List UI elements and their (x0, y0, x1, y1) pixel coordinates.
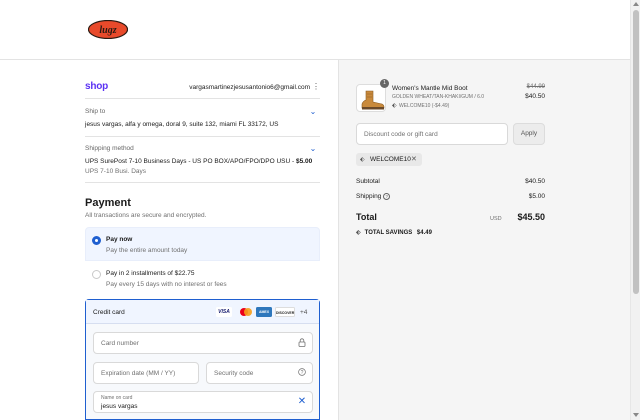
total-savings: ⬖ TOTAL SAVINGS $4.49 (356, 229, 432, 236)
svg-text:?: ? (301, 370, 304, 376)
payment-subtitle: All transactions are secure and encrypte… (85, 212, 207, 219)
credit-card-title: Credit card (93, 309, 125, 316)
divider (85, 98, 320, 99)
credit-card-header[interactable]: Credit card VISA AMEX DISCOVER +4 (86, 300, 319, 324)
quantity-badge: 1 (380, 79, 389, 88)
divider (85, 136, 320, 137)
security-code-placeholder: Security code (214, 370, 254, 377)
lock-icon (297, 338, 307, 348)
option-desc: Pay the entire amount today (106, 247, 188, 254)
shipping-method-sub: UPS 7-10 Busi. Days (85, 168, 147, 175)
logo-text: lugz (99, 25, 116, 36)
card-number-field[interactable]: Card number (93, 332, 313, 354)
shipping-method-label: Shipping method (85, 145, 134, 152)
amex-logo: AMEX (256, 307, 272, 317)
visa-logo: VISA (216, 307, 232, 317)
lugz-logo[interactable]: lugz (88, 20, 128, 39)
radio-unselected[interactable] (92, 270, 101, 279)
radio-selected[interactable] (92, 236, 101, 245)
scroll-down-arrow-icon[interactable] (633, 413, 639, 417)
expiration-placeholder: Expiration date (MM / YY) (101, 370, 176, 377)
applied-code-label: WELCOME10 (370, 156, 411, 163)
divider (85, 182, 320, 183)
account-email: vargasmartinezjesusantonio6@gmail.com (189, 84, 310, 91)
ship-to-value: jesus vargas, alfa y omega, doral 9, sui… (85, 121, 279, 128)
shipping-method-value: UPS SurePost 7-10 Business Days - US PO … (85, 158, 312, 165)
shop-pay-logo: shop (85, 81, 109, 92)
ship-to-toggle[interactable]: ⌄ (308, 107, 318, 117)
more-cards-count: +4 (300, 309, 308, 316)
original-price: $44.99 (526, 84, 545, 90)
remove-code-icon[interactable]: ✕ (411, 155, 417, 163)
shipping-method-text: UPS SurePost 7-10 Business Days - US PO … (85, 158, 296, 165)
savings-label: TOTAL SAVINGS (364, 230, 413, 236)
discount-placeholder: Discount code or gift card (364, 131, 438, 138)
product-variant: GOLDEN WHEAT/TAN-KHAKI/GUM / 6.0 (392, 94, 485, 100)
product-discount-text: WELCOME10 (-$4.49) (399, 103, 450, 109)
tag-icon: ⬖ (356, 230, 361, 236)
shipping-method-toggle[interactable]: ⌄ (308, 144, 318, 154)
shipping-method-price: $5.00 (295, 158, 313, 165)
total-currency: USD (490, 216, 502, 222)
chevron-down-icon: ⌄ (309, 107, 317, 116)
savings-value: $4.49 (416, 230, 432, 236)
page-scrollbar[interactable] (630, 0, 640, 420)
applied-code-chip: ⬖ WELCOME10 ✕ (356, 153, 422, 166)
name-on-card-label: Name on card (101, 395, 133, 401)
scroll-thumb[interactable] (633, 10, 639, 294)
shipping-summary-value: $5.00 (528, 193, 545, 200)
tag-icon: ⬖ (392, 103, 397, 109)
product-name: Women's Mantle Mid Boot (392, 85, 468, 92)
clear-icon[interactable]: ✕ (297, 397, 307, 407)
tag-icon: ⬖ (360, 157, 365, 163)
discount-code-input[interactable]: Discount code or gift card (356, 123, 508, 145)
ship-to-label: Ship to (85, 108, 106, 115)
total-label: Total (356, 212, 377, 222)
total-value: $45.50 (517, 212, 545, 222)
option-desc: Pay every 15 days with no interest or fe… (106, 281, 227, 288)
name-on-card-field[interactable]: Name on card jesus vargas ✕ (93, 391, 313, 413)
order-summary-column (338, 60, 630, 420)
product-image (356, 84, 386, 112)
credit-card-section: Credit card VISA AMEX DISCOVER +4 Card n… (85, 299, 320, 420)
card-number-placeholder: Card number (101, 340, 139, 347)
subtotal-label: Subtotal (356, 178, 380, 185)
final-price: $40.50 (525, 93, 545, 100)
payment-heading: Payment (85, 197, 131, 209)
pay-now-option[interactable]: Pay now Pay the entire amount today (85, 227, 320, 261)
scroll-up-arrow-icon[interactable] (633, 2, 639, 6)
apply-button[interactable]: Apply (513, 123, 545, 145)
expiration-date-field[interactable]: Expiration date (MM / YY) (93, 362, 199, 384)
installments-option[interactable]: Pay in 2 installments of $22.75 Pay ever… (85, 261, 320, 295)
security-code-field[interactable]: Security code ? (206, 362, 313, 384)
help-icon[interactable]: ? (383, 193, 391, 200)
chevron-down-icon: ⌄ (309, 144, 317, 153)
option-title: Pay now (106, 236, 133, 243)
name-on-card-value: jesus vargas (101, 403, 138, 410)
product-discount: ⬖ WELCOME10 (-$4.49) (392, 102, 449, 109)
option-title: Pay in 2 installments of $22.75 (106, 270, 195, 277)
discover-logo: DISCOVER (275, 307, 295, 317)
header-bar: lugz (0, 0, 630, 60)
mastercard-logo (238, 307, 254, 317)
shipping-summary-label: Shipping? (356, 193, 391, 201)
shipping-label-text: Shipping (356, 193, 382, 201)
subtotal-value: $40.50 (525, 178, 545, 185)
kebab-icon[interactable]: ⋮ (312, 82, 320, 92)
help-icon[interactable]: ? (297, 368, 307, 378)
